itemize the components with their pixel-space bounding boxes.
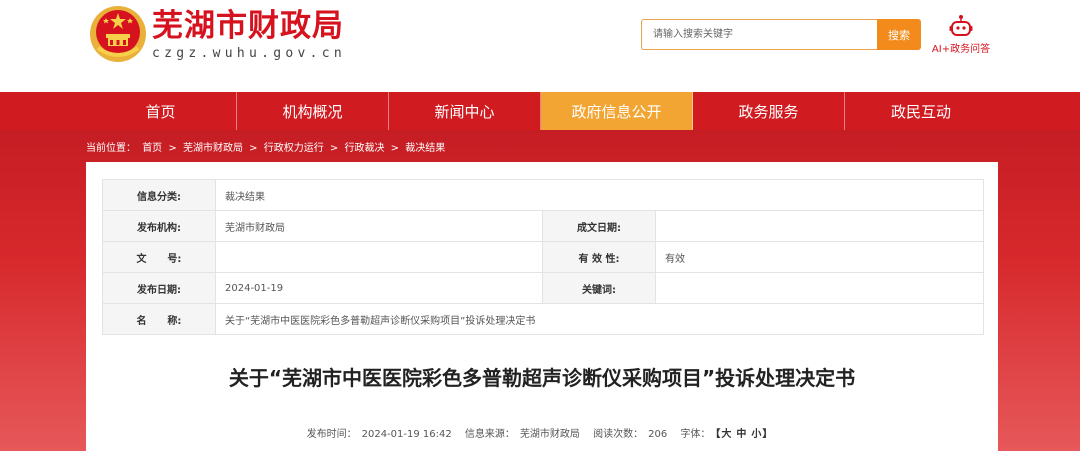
search-input[interactable] [642, 20, 877, 49]
publish-time-value: 2024-01-19 16:42 [361, 429, 452, 440]
breadcrumb-separator: > [329, 143, 339, 154]
nav-item-services[interactable]: 政务服务 [693, 92, 845, 130]
national-emblem-logo[interactable] [88, 4, 148, 64]
breadcrumb-separator: > [168, 143, 177, 154]
publish-time-label: 发布时间： [306, 429, 357, 440]
name-value: 关于“芜湖市中医医院彩色多普勒超声诊断仪采购项目”投诉处理决定书 [215, 303, 984, 335]
table-row: 名 称: 关于“芜湖市中医医院彩色多普勒超声诊断仪采购项目”投诉处理决定书 [102, 303, 984, 335]
keywords-label: 关键词: [542, 272, 656, 304]
nav-item-news[interactable]: 新闻中心 [389, 92, 541, 130]
category-value: 裁决结果 [215, 179, 984, 211]
article-meta: 发布时间： 2024-01-19 16:42 信息来源： 芜湖市财政局 阅读次数： 2… [86, 425, 998, 440]
site-header: 芜湖市财政局 czgz.wuhu.gov.cn 搜索 AI+政务问答 [0, 0, 1080, 92]
doc-no-value [215, 241, 543, 273]
views-value: 206 [648, 429, 668, 440]
publish-date-label: 发布日期: [102, 272, 216, 304]
publisher-label: 发布机构: [102, 210, 216, 242]
views-label: 阅读次数： [593, 429, 644, 440]
breadcrumb-home[interactable]: 首页 [142, 143, 162, 154]
font-size-large-button[interactable]: 大 [721, 429, 731, 440]
search-button[interactable]: 搜索 [877, 19, 921, 50]
publisher-value: 芜湖市财政局 [215, 210, 543, 242]
written-date-label: 成文日期: [542, 210, 656, 242]
written-date-value [655, 210, 984, 242]
robot-icon [949, 15, 973, 36]
breadcrumb-result[interactable]: 裁决结果 [405, 143, 445, 154]
article-title: 关于“芜湖市中医医院彩色多普勒超声诊断仪采购项目”投诉处理决定书 [228, 366, 856, 390]
keywords-value [655, 272, 984, 304]
site-domain: czgz.wuhu.gov.cn [152, 46, 347, 61]
breadcrumb-separator: > [249, 143, 258, 154]
main-nav: 首页 机构概况 新闻中心 政府信息公开 政务服务 政民互动 [0, 92, 1080, 130]
nav-item-gov-info[interactable]: 政府信息公开 [541, 92, 693, 130]
info-table: 信息分类: 裁决结果 发布机构: 芜湖市财政局 成文日期: 文 号: 有 效 性… [102, 179, 984, 335]
validity-value: 有效 [655, 241, 984, 273]
table-row: 发布日期: 2024-01-19 关键词: [102, 272, 984, 304]
publish-date-value: 2024-01-19 [215, 272, 543, 304]
table-row: 信息分类: 裁决结果 [102, 179, 984, 211]
font-size-label: 字体： [680, 429, 711, 440]
nav-item-interaction[interactable]: 政民互动 [845, 92, 997, 130]
breadcrumb-prefix: 当前位置： [86, 143, 136, 154]
ai-qa-label: AI+政务问答 [931, 44, 991, 55]
site-title[interactable]: 芜湖市财政局 [152, 6, 344, 46]
breadcrumb-power-operation[interactable]: 行政权力运行 [264, 143, 324, 154]
font-size-small-button[interactable]: 小 [751, 429, 761, 440]
font-size-medium-button[interactable]: 中 [736, 429, 746, 440]
source-label: 信息来源： [464, 429, 515, 440]
search-box [641, 19, 877, 50]
name-label: 名 称: [102, 303, 216, 335]
breadcrumb: 当前位置： 首页 > 芜湖市财政局 > 行政权力运行 > 行政裁决 > 裁决结果 [86, 139, 448, 154]
table-row: 发布机构: 芜湖市财政局 成文日期: [102, 210, 984, 242]
ai-qa-link[interactable]: AI+政务问答 [926, 14, 996, 56]
font-size-open-bracket: 【 [715, 429, 721, 440]
breadcrumb-separator: > [390, 143, 400, 154]
breadcrumb-adjudication[interactable]: 行政裁决 [344, 143, 384, 154]
table-row: 文 号: 有 效 性: 有效 [102, 241, 984, 273]
breadcrumb-bureau[interactable]: 芜湖市财政局 [183, 143, 243, 154]
category-label: 信息分类: [102, 179, 216, 211]
doc-no-label: 文 号: [102, 241, 216, 273]
validity-label: 有 效 性: [542, 241, 656, 273]
nav-item-home[interactable]: 首页 [85, 92, 237, 130]
nav-item-organization[interactable]: 机构概况 [237, 92, 389, 130]
source-value: 芜湖市财政局 [519, 429, 580, 440]
font-size-close-bracket: 】 [762, 429, 773, 440]
